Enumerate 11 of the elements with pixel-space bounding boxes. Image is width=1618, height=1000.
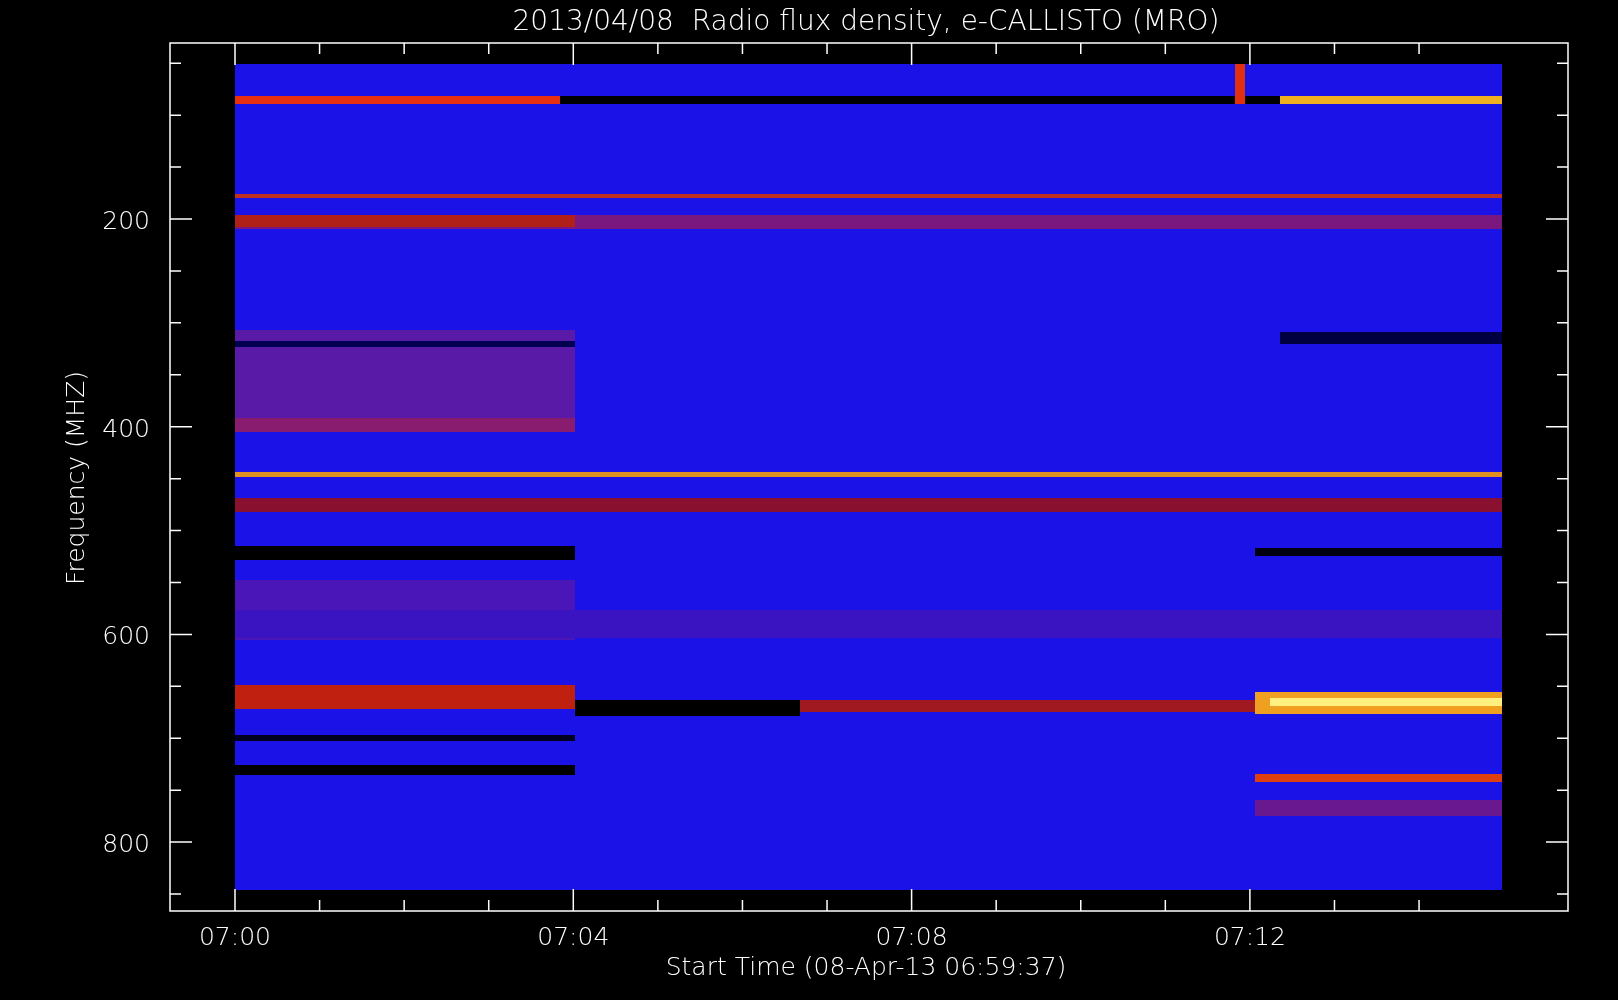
y-tick-label: 400 — [102, 413, 150, 443]
x-tick-label: 07:12 — [1213, 922, 1286, 951]
y-tick-label: 800 — [102, 829, 150, 859]
y-tick-label: 600 — [102, 621, 150, 651]
x-tick-label: 07:04 — [537, 922, 610, 951]
x-tick-label: 07:00 — [199, 922, 271, 951]
chart-title: 2013/04/08 Radio flux density, e-CALLISTO (MRO) — [512, 4, 1220, 37]
y-tick-label: 200 — [102, 206, 150, 235]
x-axis-label: Start Time (08-Apr-13 06:59:37) — [665, 952, 1067, 981]
x-tick-label: 07:08 — [875, 922, 948, 951]
y-axis-label: Frequency (MHZ) — [61, 370, 90, 586]
